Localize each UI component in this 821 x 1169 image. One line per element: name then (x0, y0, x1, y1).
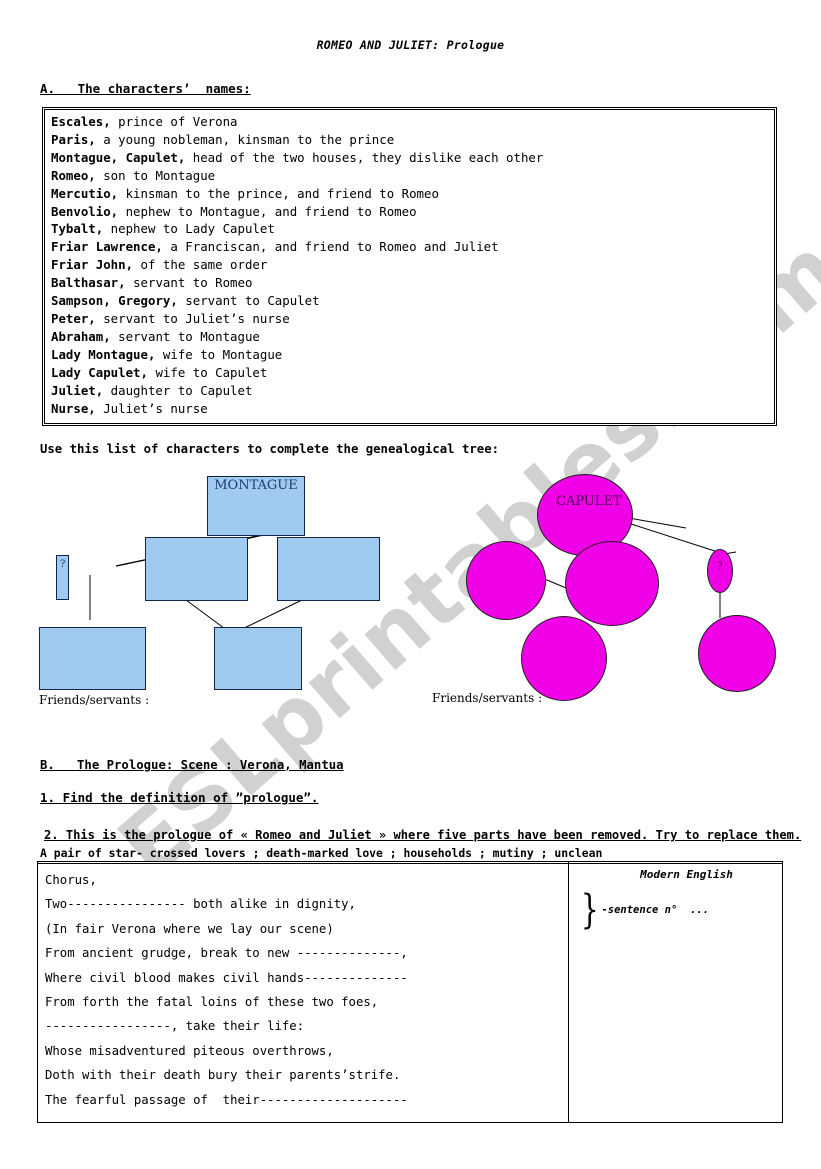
list-item: Paris, a young nobleman, kinsman to the … (51, 131, 776, 149)
tree-node-label: CAPULET (556, 494, 622, 509)
sentence-brace-group: } -sentence n° ... (577, 887, 709, 933)
tree-node-montague-child[interactable] (214, 627, 302, 690)
character-description: kinsman to the prince, and friend to Rom… (118, 185, 439, 201)
character-name: Montague, Capulet, (51, 149, 186, 165)
curly-brace-icon: } (580, 887, 599, 933)
character-description: a Franciscan, and friend to Romeo and Ju… (162, 239, 499, 255)
prologue-line: The fearful passage of their------------… (45, 1092, 408, 1107)
friends-servants-label-left: Friends/servants : (39, 693, 150, 707)
modern-english-note: -sentence n° ... (601, 904, 709, 916)
tree-node-capulet-child[interactable] (521, 616, 607, 701)
character-name: Peter, (51, 310, 96, 326)
friends-servants-label-right: Friends/servants : (432, 691, 543, 705)
prologue-text-column: Chorus, Two---------------- both alike i… (38, 862, 569, 1122)
character-description: servant to Capulet (177, 293, 320, 309)
worksheet-page: ROMEO AND JULIET: Prologue A. The charac… (0, 0, 821, 1169)
list-item: Montague, Capulet, head of the two house… (51, 149, 776, 167)
character-description: servant to Juliet’s nurse (95, 310, 290, 326)
character-description: son to Montague (95, 167, 216, 183)
list-item: Lady Montague, wife to Montague (51, 346, 776, 364)
character-name: Romeo, (51, 167, 96, 183)
character-name: Tybalt, (51, 221, 104, 237)
character-description: wife to Montague (155, 346, 283, 362)
character-description: nephew to Lady Capulet (103, 221, 275, 237)
section-b-heading: B. The Prologue: Scene : Verona, Mantua (40, 758, 344, 772)
character-name: Juliet, (51, 382, 104, 398)
list-item: Tybalt, nephew to Lady Capulet (51, 220, 776, 238)
prologue-line: Doth with their death bury their parents… (45, 1068, 401, 1083)
character-description: servant to Montague (110, 328, 260, 344)
prologue-line: Two---------------- both alike in dignit… (45, 897, 356, 912)
characters-list-box: Escales, prince of Verona Paris, a young… (42, 107, 777, 426)
tree-node-capulet-left[interactable] (466, 541, 546, 620)
section-a-heading: A. The characters’ names: (40, 81, 251, 96)
list-item: Nurse, Juliet’s nurse (51, 400, 776, 418)
modern-english-column[interactable]: Modern English } -sentence n° ... (569, 862, 782, 1122)
tree-node-label: MONTAGUE (214, 478, 298, 493)
prologue-line: From forth the fatal loins of these two … (45, 995, 379, 1010)
list-item: Friar Lawrence, a Franciscan, and friend… (51, 238, 776, 256)
list-item: Lady Capulet, wife to Capulet (51, 364, 776, 382)
character-description: wife to Capulet (147, 364, 268, 380)
list-item: Mercutio, kinsman to the prince, and fri… (51, 185, 776, 203)
genealogical-tree: MONTAGUE ? Friends/servants : CAPULET ? … (0, 462, 821, 712)
prologue-line: Whose misadventured piteous overthrows, (45, 1043, 334, 1058)
tree-node-label: ? (717, 561, 723, 572)
character-name: Friar Lawrence, (51, 239, 163, 255)
question-1: 1. Find the definition of ”prologue”. (40, 790, 319, 805)
character-name: Lady Montague, (51, 346, 156, 362)
tree-instruction: Use this list of characters to complete … (40, 442, 500, 456)
prologue-table: Chorus, Two---------------- both alike i… (37, 861, 783, 1123)
character-description: servant to Romeo (125, 275, 253, 291)
prologue-line: (In fair Verona where we lay our scene) (45, 921, 334, 936)
list-item: Sampson, Gregory, servant to Capulet (51, 292, 776, 310)
tree-node-label: ? (60, 559, 66, 570)
character-name: Benvolio, (51, 203, 119, 219)
tree-node-capulet-friends[interactable] (698, 615, 776, 692)
character-name: Lady Capulet, (51, 364, 148, 380)
list-item: Juliet, daughter to Capulet (51, 382, 776, 400)
character-description: daughter to Capulet (103, 382, 253, 398)
prologue-line: Chorus, (45, 873, 97, 887)
character-description: prince of Verona (110, 114, 238, 129)
character-name: Paris, (51, 131, 96, 147)
tree-node-montague-root[interactable]: MONTAGUE (207, 476, 305, 536)
list-item: Benvolio, nephew to Montague, and friend… (51, 203, 776, 221)
character-name: Friar John, (51, 257, 134, 273)
tree-node-capulet-unknown[interactable]: ? (707, 549, 733, 593)
list-item: Abraham, servant to Montague (51, 328, 776, 346)
character-description: head of the two houses, they dislike eac… (185, 149, 544, 165)
tree-node-montague-right[interactable] (277, 537, 380, 601)
tree-node-capulet-mid[interactable] (565, 541, 659, 626)
modern-english-title: Modern English (640, 868, 733, 881)
prologue-line: -----------------, take their life: (45, 1019, 305, 1034)
word-bank: A pair of star- crossed lovers ; death-m… (40, 846, 603, 860)
tree-node-montague-friends[interactable] (39, 627, 146, 690)
character-description: a young nobleman, kinsman to the prince (95, 131, 395, 147)
character-name: Mercutio, (51, 185, 119, 201)
prologue-line: From ancient grudge, break to new ------… (45, 946, 408, 961)
character-name: Nurse, (51, 400, 96, 416)
character-description: Juliet’s nurse (95, 400, 208, 416)
list-item: Romeo, son to Montague (51, 167, 776, 185)
question-2: 2. This is the prologue of « Romeo and J… (44, 828, 802, 842)
character-name: Abraham, (51, 328, 111, 344)
character-description: nephew to Montague, and friend to Romeo (118, 203, 417, 219)
character-name: Sampson, Gregory, (51, 293, 178, 309)
character-description: of the same order (133, 257, 268, 273)
prologue-line: Where civil blood makes civil hands-----… (45, 970, 408, 985)
tree-node-montague-left[interactable] (145, 537, 248, 601)
list-item: Peter, servant to Juliet’s nurse (51, 310, 776, 328)
page-title: ROMEO AND JULIET: Prologue (316, 38, 505, 52)
list-item: Friar John, of the same order (51, 256, 776, 274)
list-item: Balthasar, servant to Romeo (51, 274, 776, 292)
list-item: Escales, prince of Verona (51, 113, 776, 131)
tree-node-montague-unknown[interactable]: ? (56, 555, 69, 600)
character-name: Balthasar, (51, 275, 126, 291)
character-name: Escales, (51, 114, 111, 129)
